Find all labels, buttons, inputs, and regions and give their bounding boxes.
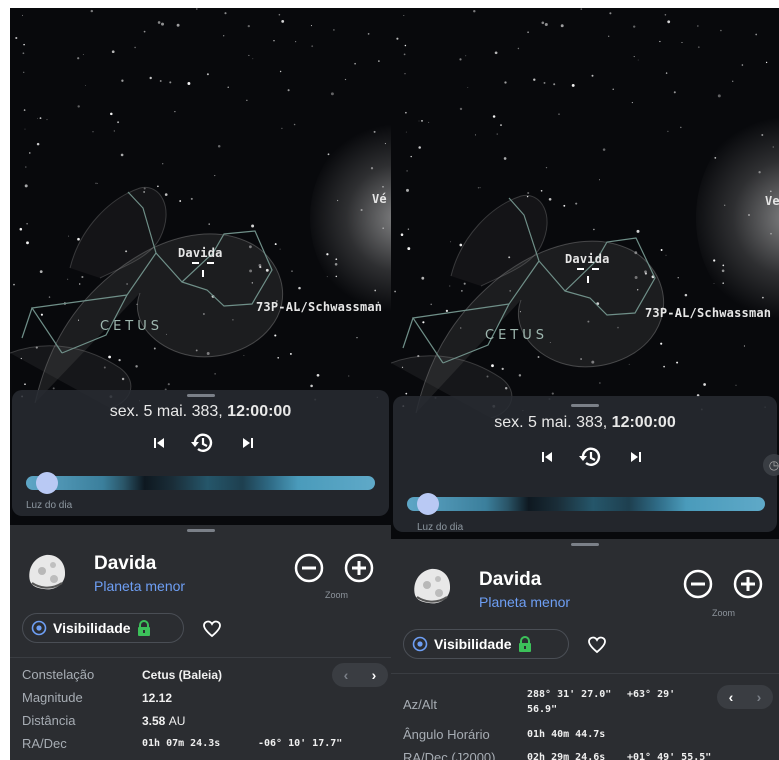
sky-view[interactable]: Vé Davida 73P-AL/Schwassman CETUS xyxy=(10,8,391,408)
step-forward-button[interactable] xyxy=(238,430,258,456)
zoom-in-icon[interactable] xyxy=(733,569,763,599)
history-side-icon[interactable]: ◷ xyxy=(763,454,779,476)
constellation-figure xyxy=(10,186,284,408)
visibility-label: Visibilidade xyxy=(434,636,512,652)
daylight-label: Luz do dia xyxy=(26,500,73,511)
object-info-sheet: Davida Planeta menor Zoom Visibilidade C… xyxy=(10,525,391,760)
next-chevron-icon[interactable]: › xyxy=(745,685,773,709)
drag-handle[interactable] xyxy=(571,404,599,407)
row-value-dec: -06° 10' 17.7" xyxy=(258,738,343,749)
right-screen: Ve Davida 73P-AL/Schwassman CETUS sex. 5… xyxy=(391,8,779,760)
zoom-label: Zoom xyxy=(325,590,349,600)
object-name: Davida xyxy=(479,569,542,590)
target-icon xyxy=(31,620,47,636)
row-value-constellation: Cetus (Baleia) xyxy=(142,668,223,682)
constellation-label: CETUS xyxy=(100,319,163,334)
visibility-label: Visibilidade xyxy=(53,620,131,636)
asteroid-avatar xyxy=(414,568,451,604)
row-value-distance: 3.58 AU xyxy=(142,714,186,728)
daylight-slider-knob[interactable] xyxy=(416,493,439,515)
datetime-display[interactable]: sex. 5 mai. 383, 12:00:00 xyxy=(393,414,777,432)
datetime-display[interactable]: sex. 5 mai. 383, 12:00:00 xyxy=(12,403,389,421)
visibility-button[interactable]: Visibilidade xyxy=(403,629,569,659)
row-value-alt-cont: 56.9" xyxy=(527,704,558,715)
time-panel: sex. 5 mai. 383, 12:00:00 Luz do dia xyxy=(12,390,389,516)
time-text: 12:00:00 xyxy=(611,414,676,431)
lock-icon xyxy=(518,636,531,652)
lock-icon xyxy=(137,620,150,636)
skip-previous-icon xyxy=(542,452,552,462)
row-label-radec-j2000: RA/Dec (J2000) xyxy=(403,750,496,760)
previous-chevron-icon[interactable]: ‹ xyxy=(332,663,360,687)
time-text: 12:00:00 xyxy=(227,403,292,420)
date-text: sex. 5 mai. 383, xyxy=(109,403,223,420)
comet-label[interactable]: 73P-AL/Schwassman xyxy=(645,306,771,320)
skip-previous-icon xyxy=(154,438,164,448)
previous-chevron-icon[interactable]: ‹ xyxy=(717,685,745,709)
object-name: Davida xyxy=(94,553,157,574)
constellation-figure xyxy=(391,194,665,418)
step-back-button[interactable] xyxy=(149,430,169,456)
daylight-label: Luz do dia xyxy=(417,522,464,533)
drag-handle[interactable] xyxy=(186,394,215,397)
time-controls xyxy=(393,444,777,470)
favorite-heart-icon[interactable] xyxy=(587,635,607,655)
row-label-constellation: Constelação xyxy=(22,667,95,682)
step-back-button[interactable] xyxy=(537,444,557,470)
object-label[interactable]: Davida xyxy=(178,246,223,260)
reset-time-button[interactable] xyxy=(575,444,605,470)
row-label-magnitude: Magnitude xyxy=(22,690,83,705)
left-screen: Vé Davida 73P-AL/Schwassman CETUS sex. 5… xyxy=(10,8,391,760)
row-value-ra: 02h 29m 24.6s xyxy=(527,752,606,760)
divider xyxy=(391,673,779,674)
step-forward-button[interactable] xyxy=(626,444,646,470)
visibility-button[interactable]: Visibilidade xyxy=(22,613,184,643)
sheet-handle[interactable] xyxy=(186,529,215,532)
skip-next-icon xyxy=(631,452,641,462)
time-panel: sex. 5 mai. 383, 12:00:00 Luz do dia xyxy=(393,396,777,533)
object-type[interactable]: Planeta menor xyxy=(94,578,185,594)
history-icon xyxy=(191,433,213,452)
row-nav: ‹ › xyxy=(332,663,388,687)
next-chevron-icon[interactable]: › xyxy=(360,663,388,687)
row-value-magnitude: 12.12 xyxy=(142,691,173,705)
object-type[interactable]: Planeta menor xyxy=(479,594,570,610)
row-value-alt: +63° 29' xyxy=(627,689,676,700)
row-value-ra: 01h 07m 24.3s xyxy=(142,738,221,749)
target-icon xyxy=(412,636,428,652)
row-label-radec: RA/Dec xyxy=(22,736,67,751)
zoom-in-icon[interactable] xyxy=(344,553,374,583)
object-label[interactable]: Davida xyxy=(565,252,610,266)
time-controls xyxy=(12,430,389,456)
favorite-heart-icon[interactable] xyxy=(202,619,222,639)
daylight-bar[interactable] xyxy=(26,476,375,490)
row-value-dec: +01° 49' 55.5" xyxy=(627,752,712,760)
comet-label[interactable]: 73P-AL/Schwassman xyxy=(256,300,382,314)
skip-next-icon xyxy=(243,438,253,448)
selection-reticle xyxy=(192,262,214,278)
row-label-azalt: Az/Alt xyxy=(403,697,437,712)
row-label-hour-angle: Ângulo Horário xyxy=(403,727,490,742)
row-value-hour-angle: 01h 40m 44.7s xyxy=(527,729,606,740)
row-nav: ‹ › xyxy=(717,685,773,709)
history-icon xyxy=(579,447,601,466)
selection-reticle xyxy=(577,268,599,284)
asteroid-avatar xyxy=(29,554,66,590)
reset-time-button[interactable] xyxy=(187,430,217,456)
sheet-handle[interactable] xyxy=(571,543,599,546)
zoom-out-icon[interactable] xyxy=(683,569,713,599)
date-text: sex. 5 mai. 383, xyxy=(494,414,608,431)
zoom-out-icon[interactable] xyxy=(294,553,324,583)
divider xyxy=(10,657,391,658)
row-label-distance: Distância xyxy=(22,713,76,728)
daylight-slider-knob[interactable] xyxy=(35,472,58,494)
zoom-label: Zoom xyxy=(712,608,736,618)
row-value-az: 288° 31' 27.0" xyxy=(527,689,612,700)
sky-view[interactable]: Ve Davida 73P-AL/Schwassman CETUS xyxy=(391,8,779,418)
constellation-label: CETUS xyxy=(485,328,548,343)
daylight-bar[interactable] xyxy=(407,497,765,511)
object-info-sheet: Davida Planeta menor Zoom Visibilidade A… xyxy=(391,539,779,760)
